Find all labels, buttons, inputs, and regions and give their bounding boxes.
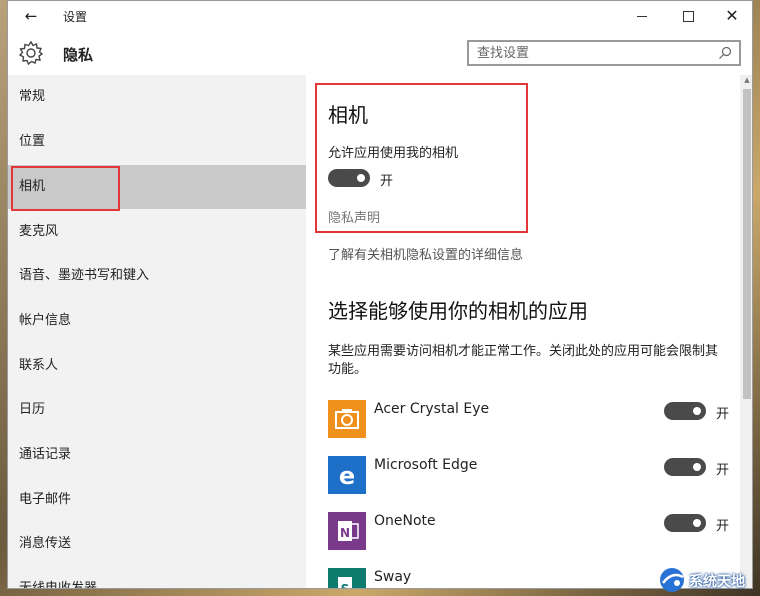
master-toggle-state: 开 [380, 174, 394, 189]
window-title: 设置 [63, 10, 88, 24]
close-button[interactable]: ✕ [715, 4, 749, 28]
sway-icon: S [328, 568, 366, 589]
sidebar-item-email[interactable]: 电子邮件 [8, 478, 306, 522]
back-button[interactable]: ← [18, 5, 44, 27]
title-bar: ← 设置 ✕ [8, 1, 752, 31]
allow-camera-label: 允许应用使用我的相机 [328, 146, 459, 161]
search-input[interactable] [469, 42, 709, 65]
sidebar-item-speech[interactable]: 语音、墨迹书写和键入 [8, 254, 306, 298]
minimize-button[interactable] [625, 4, 659, 28]
privacy-statement-link[interactable]: 隐私声明 [328, 207, 380, 226]
watermark-text: 系统天地 [689, 574, 745, 590]
sidebar-item-general[interactable]: 常规 [8, 75, 306, 119]
sidebar-item-calendar[interactable]: 日历 [8, 388, 306, 432]
apps-description: 某些应用需要访问相机才能正常工作。关闭此处的应用可能会限制其功能。 [328, 344, 719, 377]
toggle-acer-crystal-eye[interactable] [664, 402, 706, 420]
sidebar-item-contacts[interactable]: 联系人 [8, 344, 306, 388]
camera-master-toggle[interactable] [328, 169, 370, 187]
sidebar-item-camera[interactable]: 相机 [8, 165, 306, 209]
svg-text:N: N [340, 526, 350, 540]
watermark-logo-icon [660, 568, 684, 592]
page-header: 隐私 [8, 31, 752, 75]
search-icon[interactable] [717, 45, 733, 61]
toggle-state-onenote: 开 [716, 519, 730, 534]
sidebar-item-location[interactable]: 位置 [8, 120, 306, 164]
app-name-onenote: OneNote [374, 513, 436, 529]
toggle-state-microsoft-edge: 开 [716, 463, 730, 478]
watermark: 系统天地 [655, 563, 760, 596]
svg-text:S: S [341, 582, 350, 589]
toggle-onenote[interactable] [664, 514, 706, 532]
edge-icon: e [328, 456, 366, 494]
svg-text:e: e [339, 462, 355, 490]
section-title: 相机 [328, 103, 368, 127]
apps-section-title: 选择能够使用你的相机的应用 [328, 299, 588, 323]
sidebar-item-radios[interactable]: 无线电收发器 [8, 567, 306, 588]
settings-window: ← 设置 ✕ 隐私 常规 位置 相机 麦克风 语音、墨迹书写和键入 帐户信息 联… [7, 0, 753, 589]
onenote-icon: N [328, 512, 366, 550]
app-name-microsoft-edge: Microsoft Edge [374, 457, 478, 473]
toggle-microsoft-edge[interactable] [664, 458, 706, 476]
page-title: 隐私 [63, 46, 94, 64]
sidebar-item-microphone[interactable]: 麦克风 [8, 210, 306, 254]
learn-more-link[interactable]: 了解有关相机隐私设置的详细信息 [328, 244, 523, 263]
search-box[interactable] [467, 40, 741, 66]
sidebar-item-account-info[interactable]: 帐户信息 [8, 299, 306, 343]
toggle-state-acer-crystal-eye: 开 [716, 407, 730, 422]
sidebar-item-call-history[interactable]: 通话记录 [8, 433, 306, 477]
app-name-acer-crystal-eye: Acer Crystal Eye [374, 401, 490, 417]
scroll-up-arrow-icon[interactable]: ▲ [743, 77, 751, 84]
maximize-button[interactable] [671, 4, 705, 28]
camera-app-icon [328, 400, 366, 438]
app-name-sway: Sway [374, 569, 412, 585]
vertical-scrollbar[interactable]: ▲ [740, 75, 752, 588]
scroll-thumb[interactable] [743, 89, 751, 399]
sidebar-item-messaging[interactable]: 消息传送 [8, 522, 306, 566]
main-content: 相机 允许应用使用我的相机 开 隐私声明 了解有关相机隐私设置的详细信息 选择能… [306, 75, 740, 589]
gear-icon [18, 40, 44, 66]
sidebar: 常规 位置 相机 麦克风 语音、墨迹书写和键入 帐户信息 联系人 日历 通话记录… [8, 75, 306, 588]
